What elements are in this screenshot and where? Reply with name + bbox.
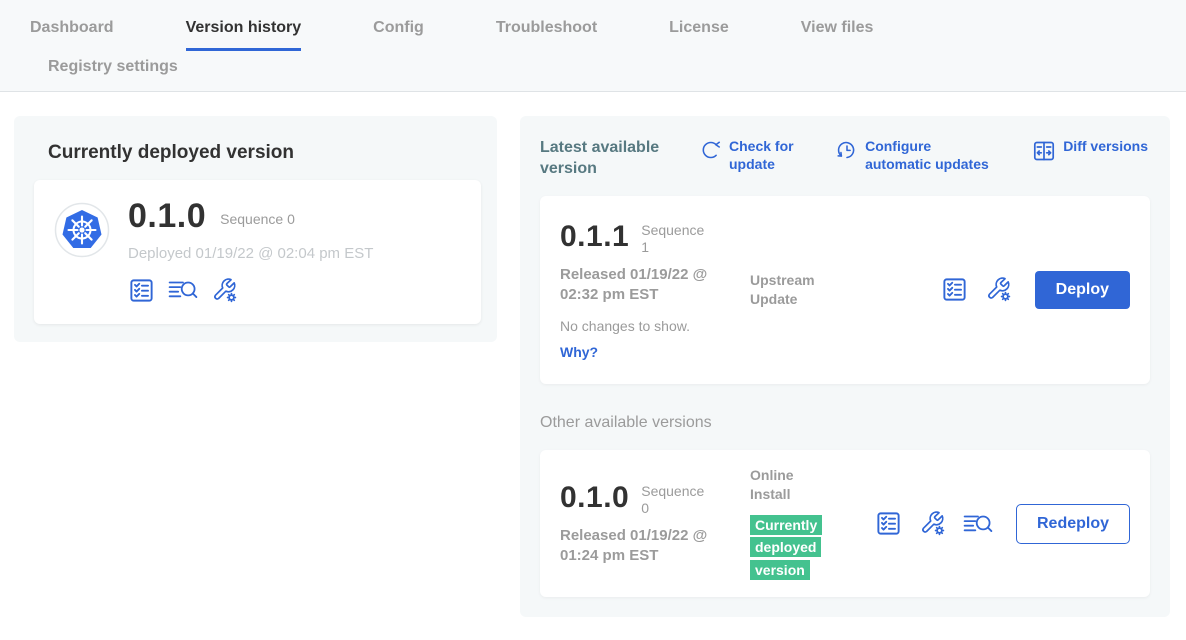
deployed-version-details: 0.1.0 Sequence 0 Deployed 01/19/22 @ 02:… (128, 196, 373, 304)
other-available-versions-title: Other available versions (540, 414, 1150, 432)
available-updates-panel: Latest available version Check for updat… (520, 116, 1170, 617)
latest-available-title: Latest available version (540, 138, 674, 180)
other-version-details: 0.1.0 Sequence 0 Released 01/19/22 @ 01:… (560, 481, 750, 567)
kubernetes-logo-icon (54, 202, 110, 263)
latest-released-timestamp: Released 01/19/22 @ 02:32 pm EST (560, 265, 736, 306)
refresh-icon (700, 139, 722, 161)
edit-config-icon[interactable] (211, 277, 238, 304)
diff-icon (1032, 139, 1056, 163)
online-install-label: Online Install (750, 466, 835, 504)
no-changes-note: No changes to show. (560, 318, 750, 334)
deployed-version-card: 0.1.0 Sequence 0 Deployed 01/19/22 @ 02:… (34, 180, 481, 324)
other-released-timestamp: Released 01/19/22 @ 01:24 pm EST (560, 526, 736, 567)
currently-deployed-badge: Currently deployed version (750, 515, 822, 580)
why-link[interactable]: Why? (560, 344, 750, 360)
other-version-source: Online Install Currently deployed versio… (750, 466, 875, 581)
other-version-actions: Redeploy (875, 504, 1130, 544)
latest-version-details: 0.1.1 Sequence 1 Released 01/19/22 @ 02:… (560, 220, 750, 361)
view-logs-icon[interactable] (168, 277, 198, 303)
other-version-card: 0.1.0 Sequence 0 Released 01/19/22 @ 01:… (540, 450, 1150, 597)
configure-automatic-updates-link[interactable]: Configure automatic updates (836, 138, 997, 173)
view-logs-icon[interactable] (963, 511, 993, 537)
preflight-checklist-icon[interactable] (875, 510, 902, 537)
tab-troubleshoot[interactable]: Troubleshoot (496, 19, 597, 51)
deployed-timestamp: Deployed 01/19/22 @ 02:04 pm EST (128, 245, 373, 262)
deployed-version-number: 0.1.0 (128, 196, 206, 237)
latest-version-number: 0.1.1 (560, 220, 629, 257)
tab-version-history[interactable]: Version history (186, 19, 302, 51)
deployed-action-icons (128, 277, 373, 304)
other-sequence: Sequence 0 (641, 481, 711, 518)
currently-deployed-title: Currently deployed version (48, 142, 481, 164)
updates-header-actions: Check for update Configure automatic upd… (700, 138, 1148, 173)
upstream-update-label: Upstream Update (750, 271, 835, 309)
currently-deployed-panel: Currently deployed version (14, 116, 497, 342)
top-nav: Dashboard Version history Config Trouble… (0, 0, 1186, 92)
version-history-page: Currently deployed version (0, 92, 1186, 617)
redeploy-button[interactable]: Redeploy (1016, 504, 1130, 544)
tab-config[interactable]: Config (373, 19, 424, 51)
tab-license[interactable]: License (669, 19, 729, 51)
edit-config-icon[interactable] (985, 276, 1012, 303)
deploy-button[interactable]: Deploy (1035, 271, 1130, 309)
auto-update-clock-icon (836, 139, 858, 161)
currently-deployed-badge-wrap: Currently deployed version (750, 514, 830, 581)
configure-automatic-updates-label: Configure automatic updates (865, 138, 997, 173)
nav-row-primary: Dashboard Version history Config Trouble… (0, 0, 1186, 51)
latest-version-source: Upstream Update (750, 271, 875, 309)
tab-dashboard[interactable]: Dashboard (30, 19, 114, 51)
edit-config-icon[interactable] (919, 510, 946, 537)
other-version-number: 0.1.0 (560, 481, 629, 518)
updates-header: Latest available version Check for updat… (540, 136, 1150, 180)
preflight-checklist-icon[interactable] (941, 276, 968, 303)
tab-registry-settings[interactable]: Registry settings (48, 58, 178, 75)
diff-versions-link[interactable]: Diff versions (1032, 138, 1148, 173)
check-for-update-label: Check for update (729, 138, 801, 173)
diff-versions-label: Diff versions (1063, 138, 1148, 156)
deployed-sequence: Sequence 0 (220, 205, 295, 227)
latest-sequence: Sequence 1 (641, 220, 711, 257)
preflight-checklist-icon[interactable] (128, 277, 155, 304)
latest-version-card: 0.1.1 Sequence 1 Released 01/19/22 @ 02:… (540, 196, 1150, 385)
tab-view-files[interactable]: View files (801, 19, 874, 51)
latest-version-actions: Deploy (941, 271, 1130, 309)
nav-row-secondary: Registry settings (0, 51, 1186, 91)
check-for-update-link[interactable]: Check for update (700, 138, 801, 173)
